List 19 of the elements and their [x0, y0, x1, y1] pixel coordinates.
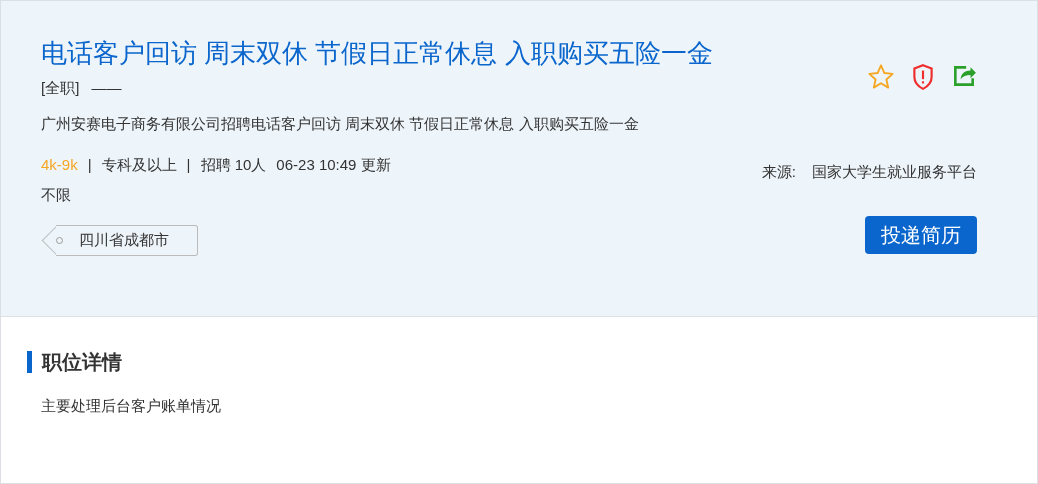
meta-text: 专科及以上 — [101, 154, 177, 175]
job-type: [全职] — [41, 78, 80, 96]
job-title: 电话客户回访 周末双休 节假日正常休息 入职购买五险一金 — [41, 37, 714, 70]
source-label: 来源: — [761, 162, 796, 182]
job-description: 主要处理后台客户账单情况 — [40, 396, 222, 416]
warning-shield-icon[interactable] — [911, 63, 935, 91]
section-heading: 职位详情 — [27, 351, 997, 373]
job-summary: 广州安赛电子商务有限公司招聘电话客户回访 周末双休 节假日正常休息 入职购买五险一金 — [41, 114, 640, 135]
job-type-extra: —— — [91, 78, 122, 96]
source-name: 国家大学生就业服务平台 — [812, 162, 977, 182]
star-icon[interactable] — [867, 63, 895, 91]
meta-text: 06-23 10:49 更新 — [276, 154, 391, 175]
salary-text: 4k-9k — [41, 154, 78, 175]
meta-text: 招聘 10人 — [200, 154, 267, 175]
share-icon[interactable] — [951, 63, 977, 89]
requirement-text: 不限 — [41, 185, 72, 206]
separator: | — [87, 154, 92, 175]
separator: | — [186, 154, 191, 175]
apply-button[interactable]: 投递简历 — [865, 215, 977, 254]
